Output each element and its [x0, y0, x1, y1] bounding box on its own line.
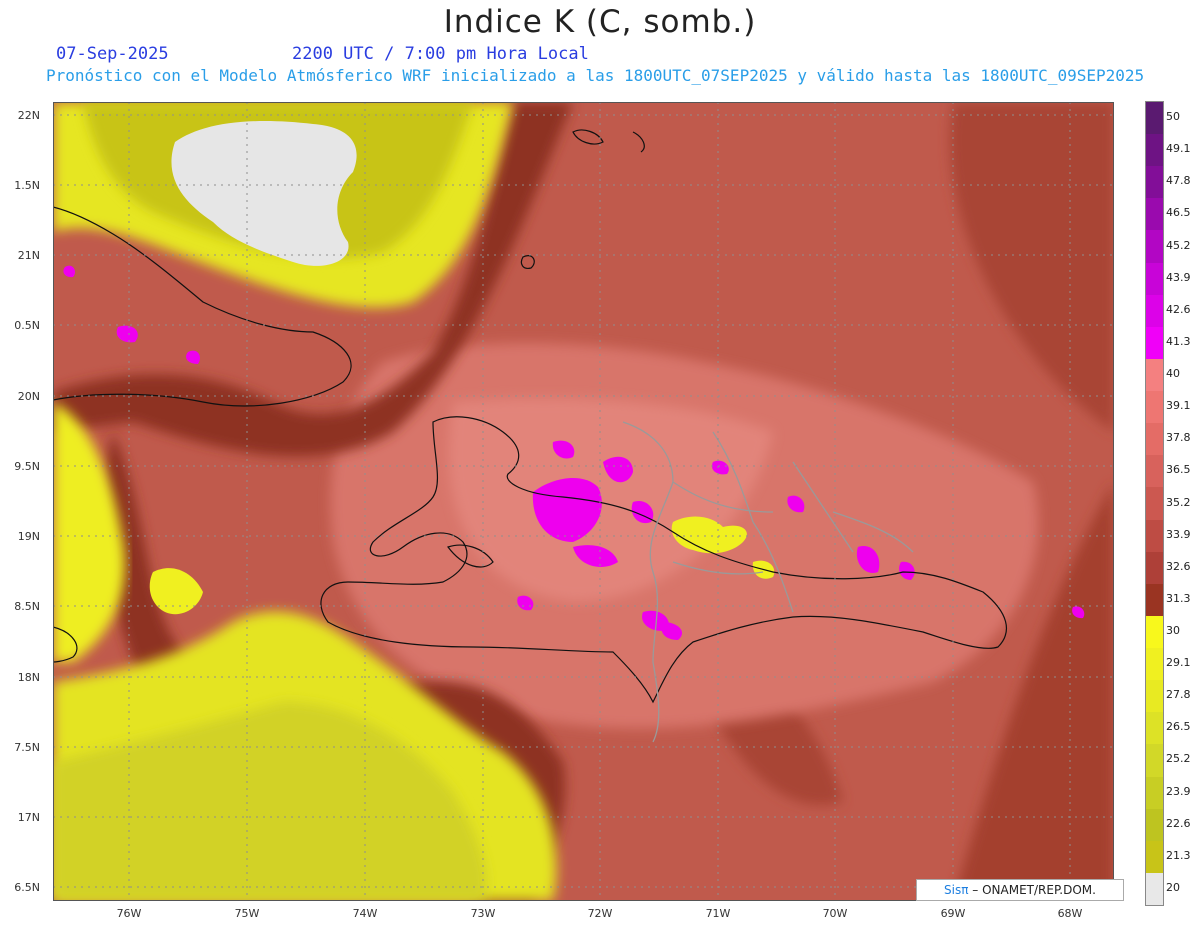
- colorbar-label: 26.5: [1166, 720, 1191, 734]
- colorbar-segment: [1146, 134, 1163, 167]
- colorbar-label: 41.3: [1166, 334, 1191, 348]
- colorbar-label: 32.6: [1166, 559, 1191, 573]
- lat-label: 6.5N: [14, 881, 40, 894]
- k-index-map: [53, 102, 1114, 901]
- lat-label: 7.5N: [14, 741, 40, 754]
- colorbar-label: 47.8: [1166, 174, 1191, 188]
- colorbar-label: 25.2: [1166, 752, 1191, 766]
- lon-label: 72W: [587, 907, 613, 920]
- colorbar-segment: [1146, 776, 1163, 810]
- lat-label: 8.5N: [14, 600, 40, 613]
- lon-label: 68W: [1057, 907, 1083, 920]
- colorbar-segment: [1146, 294, 1163, 328]
- colorbar-label: 27.8: [1166, 688, 1191, 702]
- colorbar-segment: [1146, 455, 1163, 488]
- colorbar-segment: [1146, 680, 1163, 713]
- colorbar-label: 39.1: [1166, 399, 1191, 413]
- colorbar-segment: [1146, 551, 1163, 585]
- lat-label: 0.5N: [14, 319, 40, 332]
- time-label: 2200 UTC / 7:00 pm Hora Local: [292, 44, 589, 64]
- colorbar-segment: [1146, 166, 1163, 199]
- credit-brand: Sisπ: [944, 883, 969, 897]
- credit-box: Sisπ – ONAMET/REP.DOM.: [916, 879, 1124, 901]
- colorbar-segment: [1146, 262, 1163, 296]
- colorbar-label: 22.6: [1166, 816, 1191, 830]
- colorbar-segment: [1146, 102, 1163, 135]
- colorbar-label: 33.9: [1166, 527, 1191, 541]
- lon-label: 76W: [116, 907, 142, 920]
- colorbar-label: 35.2: [1166, 495, 1191, 509]
- colorbar-segment: [1146, 583, 1163, 617]
- colorbar-label: 31.3: [1166, 591, 1191, 605]
- colorbar-segment: [1146, 744, 1163, 777]
- colorbar-segment: [1146, 712, 1163, 745]
- colorbar-segment: [1146, 358, 1163, 392]
- colorbar-label: 43.9: [1166, 270, 1191, 284]
- colorbar-label: 30: [1166, 623, 1180, 637]
- colorbar-label: 40: [1166, 367, 1180, 381]
- colorbar-segment: [1146, 487, 1163, 521]
- lat-label: 17N: [17, 811, 40, 824]
- colorbar-label: 49.1: [1166, 142, 1191, 156]
- colorbar-segment: [1146, 615, 1163, 649]
- lon-label: 75W: [234, 907, 260, 920]
- colorbar-label: 46.5: [1166, 206, 1191, 220]
- lat-label: 18N: [17, 671, 40, 684]
- colorbar-segment: [1146, 808, 1163, 842]
- colorbar-label: 50: [1166, 110, 1180, 124]
- lat-label: 19N: [17, 530, 40, 543]
- colorbar-segment: [1146, 198, 1163, 231]
- colorbar-segment: [1146, 326, 1163, 360]
- credit-text: – ONAMET/REP.DOM.: [972, 883, 1096, 897]
- colorbar-segment: [1146, 872, 1163, 906]
- forecast-label: Pronóstico con el Modelo Atmósferico WRF…: [46, 66, 1145, 85]
- colorbar-label: 20: [1166, 880, 1180, 894]
- lat-label: 21N: [17, 249, 40, 262]
- lat-label: 20N: [17, 390, 40, 403]
- colorbar-segment: [1146, 840, 1163, 874]
- lat-label: 9.5N: [14, 460, 40, 473]
- colorbar-label: 45.2: [1166, 238, 1191, 252]
- colorbar-label: 23.9: [1166, 784, 1191, 798]
- date-label: 07-Sep-2025: [56, 44, 169, 64]
- lon-label: 70W: [822, 907, 848, 920]
- lon-label: 73W: [470, 907, 496, 920]
- lat-label: 22N: [17, 109, 40, 122]
- colorbar-segment: [1146, 391, 1163, 424]
- map-title: Indice K (C, somb.): [443, 4, 757, 40]
- colorbar-label: 29.1: [1166, 656, 1191, 670]
- colorbar-segment: [1146, 648, 1163, 681]
- lat-label: 1.5N: [14, 179, 40, 192]
- lon-label: 69W: [940, 907, 966, 920]
- colorbar-segment: [1146, 519, 1163, 553]
- colorbar-label: 42.6: [1166, 302, 1191, 316]
- colorbar-segment: [1146, 423, 1163, 456]
- colorbar-label: 37.8: [1166, 431, 1191, 445]
- colorbar-segment: [1146, 230, 1163, 264]
- colorbar-label: 21.3: [1166, 848, 1191, 862]
- lon-label: 71W: [705, 907, 731, 920]
- colorbar: [1145, 101, 1164, 906]
- lon-label: 74W: [352, 907, 378, 920]
- colorbar-label: 36.5: [1166, 463, 1191, 477]
